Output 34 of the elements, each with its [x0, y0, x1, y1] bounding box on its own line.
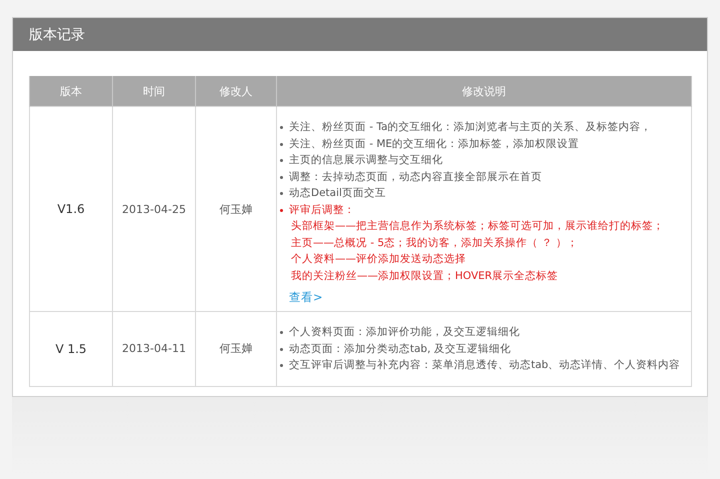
bullet-icon — [280, 159, 283, 162]
bullet-icon — [280, 364, 283, 367]
note-text: 调整：去掉动态页面，动态内容直接全部展示在首页 — [289, 170, 542, 184]
note-subitem: 我的关注粉丝——添加权限设置；HOVER展示全态标签 — [290, 268, 560, 284]
bullet-icon — [280, 176, 283, 178]
note-subitem: 主页——总概况 - 5态；我的访客，添加关系操作（ ？ ）； — [290, 236, 579, 250]
panel-title: 版本记录 — [29, 26, 85, 44]
note-text: 交互评审后调整与补充内容：菜单消息透传、动态tab、动态详情、个人资料内容 — [289, 358, 680, 373]
bullet-icon — [280, 331, 283, 334]
column-header: 修改说明 — [276, 76, 692, 106]
note-text: 评审后调整： — [289, 202, 355, 218]
note-text: 动态页面：添加分类动态tab, 及交互逻辑细化 — [289, 342, 511, 356]
version-cell: V 1.5 — [30, 312, 112, 386]
column-header: 版本 — [30, 76, 112, 106]
column-header: 修改人 — [196, 76, 276, 106]
bullet-icon — [280, 126, 283, 129]
author-cell: 何玉婵 — [196, 106, 276, 312]
bullet-icon — [280, 208, 283, 212]
author-cell: 何玉婵 — [196, 312, 276, 386]
bullet-icon — [280, 142, 283, 146]
note-text: 动态Detail页面交互 — [289, 186, 386, 201]
date-cell: 2013-04-11 — [112, 312, 196, 386]
note-text: 个人资料页面：添加评价功能，及交互逻辑细化 — [289, 325, 520, 340]
note-text: 关注、粉丝页面 - ME的交互细化：添加标签，添加权限设置 — [289, 136, 580, 152]
view-link[interactable]: 查看> — [289, 290, 323, 305]
bullet-icon — [280, 348, 283, 350]
date-cell: 2013-04-25 — [112, 106, 196, 312]
bullet-icon — [280, 192, 283, 195]
note-text: 关注、粉丝页面 - Ta的交互细化：添加浏览者与主页的关系、及标签内容， — [289, 120, 652, 135]
note-text: 主页的信息展示调整与交互细化 — [289, 153, 443, 168]
note-subitem: 个人资料——评价添加发送动态选择 — [290, 252, 467, 267]
column-header: 时间 — [112, 76, 196, 106]
note-subitem: 头部框架——把主营信息作为系统标签；标签可选可加，展示谁给打的标签； — [290, 219, 665, 234]
version-cell: V1.6 — [30, 106, 112, 312]
